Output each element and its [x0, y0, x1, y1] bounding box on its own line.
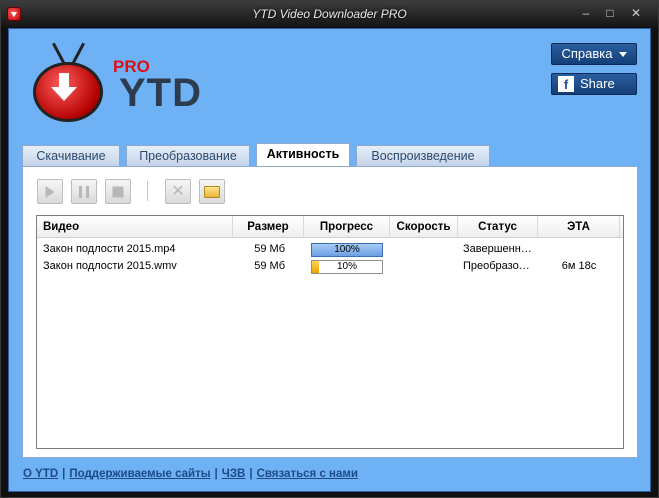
column-header-progress[interactable]: Прогресс	[304, 216, 390, 238]
maximize-button[interactable]: □	[601, 5, 619, 21]
activity-table: Видео Размер Прогресс Скорость Статус ЭТ…	[36, 215, 624, 449]
tab-activity[interactable]: Активность	[256, 143, 350, 167]
video-eta: 6м 18с	[561, 260, 597, 272]
window-title: YTD Video Downloader PRO	[252, 7, 407, 21]
open-folder-button[interactable]	[199, 179, 225, 204]
activity-panel: ✕ Видео Размер Прогресс Скорость Статус …	[22, 166, 638, 458]
tv-antenna-icon	[72, 42, 85, 64]
ytd-logo: PRO YTD	[29, 37, 219, 147]
video-name: Закон подлости 2015.wmv	[43, 260, 177, 272]
video-status: Преобразо…	[463, 260, 530, 272]
main-area: PRO YTD Справка f Share Скачивание Преоб…	[8, 28, 651, 492]
delete-icon: ✕	[171, 182, 185, 200]
facebook-icon: f	[558, 76, 574, 92]
app-window: YTD Video Downloader PRO ‒ □ ✕ PRO YTD С…	[0, 0, 659, 498]
folder-icon	[204, 185, 220, 198]
play-button[interactable]	[37, 179, 63, 204]
progress-bar: 10%	[311, 260, 383, 274]
tab-convert[interactable]: Преобразование	[126, 145, 250, 166]
pause-icon	[79, 185, 89, 198]
table-header: Видео Размер Прогресс Скорость Статус ЭТ…	[37, 216, 623, 238]
video-size: 59 Мб	[254, 243, 285, 255]
pause-button[interactable]	[71, 179, 97, 204]
video-eta	[538, 241, 620, 258]
share-button-label: Share	[580, 76, 615, 91]
tab-playback[interactable]: Воспроизведение	[356, 145, 490, 166]
video-name: Закон подлости 2015.mp4	[43, 243, 176, 255]
footer-separator: |	[214, 468, 218, 480]
delete-button[interactable]: ✕	[165, 179, 191, 204]
help-button-label: Справка	[561, 46, 613, 61]
title-bar[interactable]: YTD Video Downloader PRO ‒ □ ✕	[1, 1, 658, 27]
faq-link[interactable]: ЧЗВ	[222, 468, 246, 480]
table-row[interactable]: Закон подлости 2015.wmv 59 Мб 10% Преобр…	[37, 258, 623, 275]
help-button[interactable]: Справка	[551, 43, 637, 65]
column-header-eta[interactable]: ЭТА	[538, 216, 620, 238]
minimize-button[interactable]: ‒	[577, 5, 595, 21]
facebook-share-button[interactable]: f Share	[551, 73, 637, 95]
footer-links: О YTD | Поддерживаемые сайты | ЧЗВ | Связаться…	[23, 468, 358, 480]
progress-bar: 100%	[311, 243, 383, 257]
column-header-size[interactable]: Размер	[233, 216, 304, 238]
stop-icon	[112, 186, 124, 197]
toolbar-divider	[147, 181, 148, 201]
download-arrow-icon	[51, 73, 77, 107]
chevron-down-icon	[618, 52, 627, 58]
close-button[interactable]: ✕	[627, 5, 645, 21]
supported-sites-link[interactable]: Поддерживаемые сайты	[69, 468, 210, 480]
column-header-speed[interactable]: Скорость	[390, 216, 458, 238]
play-icon	[45, 185, 55, 198]
contact-link[interactable]: Связаться с нами	[257, 468, 358, 480]
progress-label: 100%	[334, 244, 360, 255]
video-size: 59 Мб	[254, 260, 285, 272]
column-header-video[interactable]: Видео	[37, 216, 233, 238]
table-row[interactable]: Закон подлости 2015.mp4 59 Мб 100% Завер…	[37, 241, 623, 258]
progress-label: 10%	[336, 261, 357, 272]
stop-button[interactable]	[105, 179, 131, 204]
footer-separator: |	[62, 468, 66, 480]
about-link[interactable]: О YTD	[23, 468, 58, 480]
column-header-status[interactable]: Статус	[458, 216, 538, 238]
logo-ytd-text: YTD	[119, 71, 202, 115]
video-status: Завершенн…	[463, 243, 532, 255]
footer-separator: |	[249, 468, 253, 480]
tab-download[interactable]: Скачивание	[22, 145, 120, 166]
tv-antenna-icon	[52, 42, 65, 64]
